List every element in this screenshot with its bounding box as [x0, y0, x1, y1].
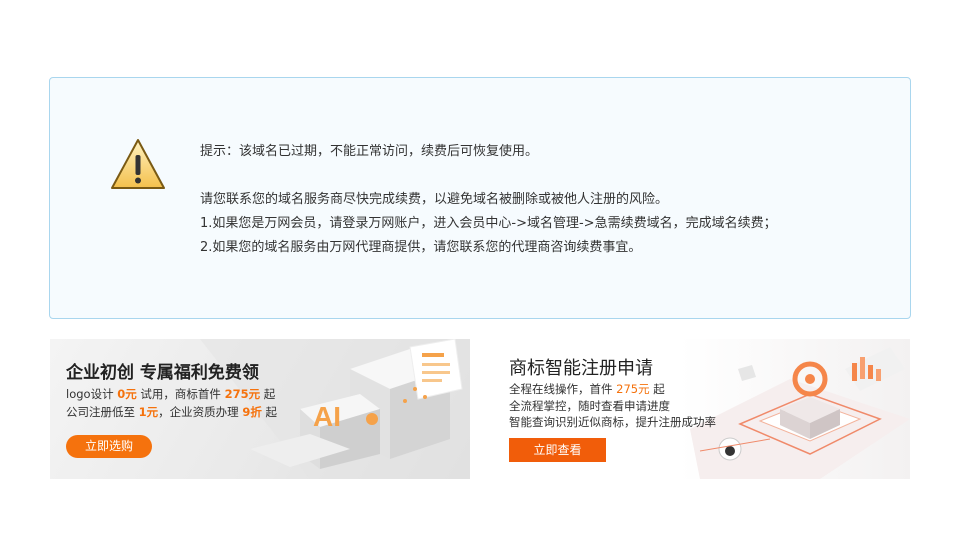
- expired-domain-notice: 提示：该域名已过期，不能正常访问，续费后可恢复使用。 请您联系您的域名服务商尽快…: [49, 77, 911, 319]
- notice-line-3: 2.如果您的域名服务由万网代理商提供，请您联系您的代理商咨询续费事宜。: [200, 240, 642, 255]
- warning-icon: [111, 139, 165, 189]
- banner-right-title: 商标智能注册申请: [509, 358, 653, 379]
- trademark-registration-banner[interactable]: 商标智能注册申请 全程在线操作，首件 275元 起 全流程掌控，随时查看申请进度…: [490, 339, 910, 479]
- notice-tip: 提示：该域名已过期，不能正常访问，续费后可恢复使用。: [200, 144, 539, 159]
- buy-now-button[interactable]: 立即选购: [66, 435, 152, 458]
- startup-benefits-banner[interactable]: AI 企业初创 专属福利免费领 logo设计 0元 试用，商标首件 275元 起…: [50, 339, 470, 479]
- notice-line-1: 请您联系您的域名服务商尽快完成续费，以避免域名被删除或被他人注册的风险。: [200, 192, 669, 207]
- banner-right-line-3: 智能查询识别近似商标，提升注册成功率: [509, 415, 716, 429]
- banner-left-title: 企业初创 专属福利免费领: [66, 363, 259, 383]
- banner-left-line-1: logo设计 0元 试用，商标首件 275元 起: [66, 387, 276, 401]
- banner-right-line-2: 全流程掌控，随时查看申请进度: [509, 399, 670, 413]
- view-now-button[interactable]: 立即查看: [509, 438, 606, 462]
- notice-line-2: 1.如果您是万网会员，请登录万网账户，进入会员中心->域名管理->急需续费域名，…: [200, 216, 777, 231]
- banner-right-line-1: 全程在线操作，首件 275元 起: [509, 382, 665, 396]
- ai-logo: AI: [313, 401, 341, 432]
- banner-left-line-2: 公司注册低至 1元，企业资质办理 9折 起: [66, 405, 277, 419]
